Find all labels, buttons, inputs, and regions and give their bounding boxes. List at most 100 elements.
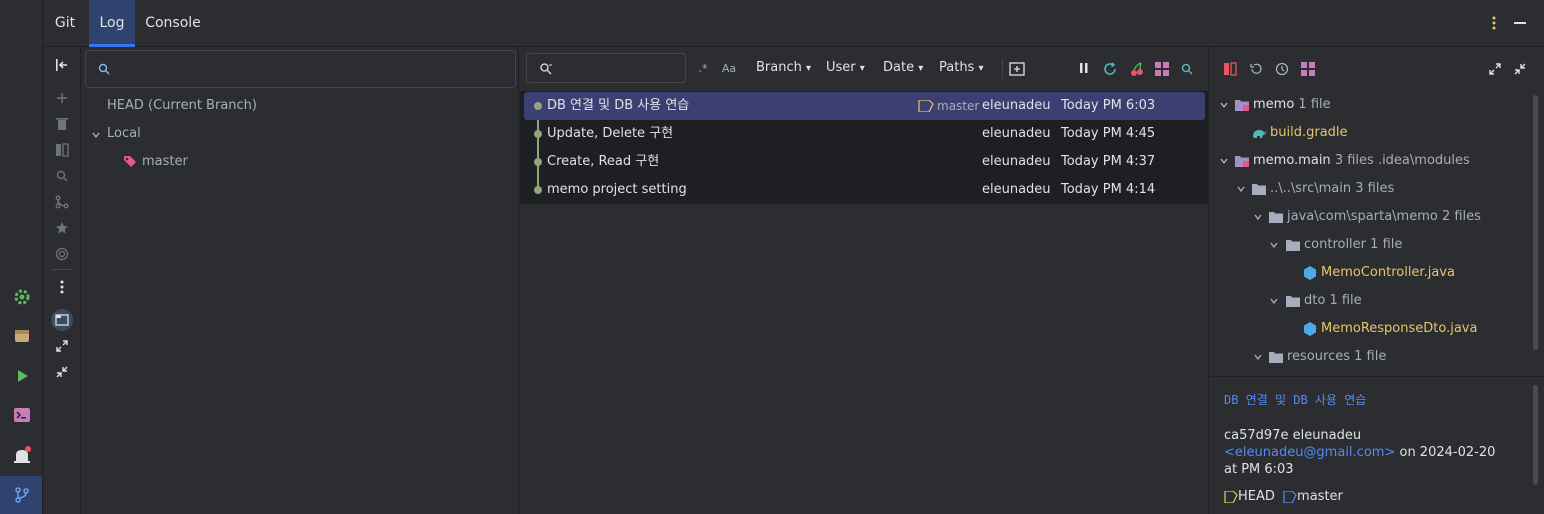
tree-count: 1 file	[1354, 349, 1387, 364]
head-current-branch[interactable]: HEAD (Current Branch)	[107, 93, 257, 119]
minimize-icon[interactable]	[1511, 14, 1529, 32]
layout-grid-icon[interactable]	[1300, 61, 1316, 77]
branch-master[interactable]: master	[142, 149, 188, 175]
commit-row[interactable]: Create, Read 구현 eleunadeu Today PM 4:37	[524, 148, 1205, 176]
tree-item-memo-controller[interactable]: MemoController.java	[1321, 260, 1455, 286]
history-icon[interactable]	[1274, 61, 1290, 77]
commit-row[interactable]: Update, Delete 구현 eleunadeu Today PM 4:4…	[524, 120, 1205, 148]
layout-grid-icon[interactable]	[1154, 61, 1170, 77]
tree-item-memo[interactable]: memo 1 file	[1253, 92, 1331, 118]
more-vertical-icon[interactable]	[51, 276, 73, 298]
tree-item-memo-response-dto[interactable]: MemoResponseDto.java	[1321, 316, 1477, 342]
tree-item-controller[interactable]: controller 1 file	[1304, 232, 1402, 258]
problems-notification-icon[interactable]	[11, 444, 33, 466]
compare-icon[interactable]	[51, 139, 73, 161]
commit-row[interactable]: memo project setting eleunadeu Today PM …	[524, 176, 1205, 204]
commit-search-input[interactable]	[526, 53, 686, 83]
favorite-star-icon[interactable]	[51, 217, 73, 239]
merge-icon[interactable]	[51, 191, 73, 213]
new-tab-icon[interactable]	[1009, 61, 1025, 77]
search-icon[interactable]	[1180, 62, 1194, 76]
module-folder-icon	[1235, 154, 1249, 168]
search-icon	[98, 63, 110, 75]
commit-message: memo project setting	[547, 182, 687, 197]
expand-all-icon[interactable]	[1487, 61, 1503, 77]
branches-toolbar	[43, 47, 81, 514]
group-by-directory-icon[interactable]	[51, 309, 73, 331]
tree-label: resources	[1287, 349, 1351, 364]
commit-row[interactable]: DB 연결 및 DB 사용 연습 master eleunadeu Today …	[524, 92, 1205, 120]
chevron-down-icon[interactable]	[1219, 100, 1229, 110]
commit-author: eleunadeu	[982, 182, 1051, 197]
author-email-link[interactable]: <eleunadeu@gmail.com>	[1224, 445, 1395, 460]
services-icon[interactable]	[11, 325, 33, 347]
tree-count: 2 files	[1441, 209, 1481, 224]
commit-list: DB 연결 및 DB 사용 연습 master eleunadeu Today …	[520, 91, 1209, 204]
paths-filter-dropdown[interactable]: Paths ▾	[939, 60, 984, 75]
chevron-down-icon[interactable]	[1269, 240, 1279, 250]
track-icon[interactable]	[51, 243, 73, 265]
commit-author: eleunadeu	[982, 126, 1051, 141]
commit-refs: HEAD master	[1224, 489, 1343, 504]
commit-title: DB 연결 및 DB 사용 연습	[1224, 393, 1367, 407]
tree-item-build-gradle[interactable]: build.gradle	[1270, 120, 1348, 146]
user-filter-dropdown[interactable]: User ▾	[826, 60, 865, 75]
chevron-down-icon[interactable]	[91, 130, 101, 140]
tab-log[interactable]: Log	[89, 0, 135, 47]
tree-item-memo-main[interactable]: memo.main 3 files .idea\modules	[1253, 148, 1470, 174]
tool-window-strip	[0, 0, 43, 514]
settings-gear-icon[interactable]	[11, 286, 33, 308]
add-branch-icon[interactable]	[51, 87, 73, 109]
tree-label: memo.main	[1253, 153, 1331, 168]
chevron-down-icon[interactable]	[1219, 156, 1229, 166]
match-case-toggle-icon[interactable]: Aa	[720, 61, 738, 75]
tab-console[interactable]: Console	[137, 0, 209, 47]
details-scrollbar[interactable]	[1533, 385, 1538, 485]
tag-icon	[1283, 490, 1297, 503]
refresh-icon[interactable]	[1102, 61, 1118, 77]
tab-git[interactable]: Git	[43, 0, 87, 47]
chevron-down-icon[interactable]	[1236, 184, 1246, 194]
chevron-down-icon[interactable]	[1253, 212, 1263, 222]
expand-all-icon[interactable]	[51, 335, 73, 357]
terminal-icon[interactable]	[11, 404, 33, 426]
tree-path: .idea\modules	[1377, 153, 1470, 168]
search-branch-icon[interactable]	[51, 165, 73, 187]
branch-search-input[interactable]	[85, 50, 516, 88]
folder-icon	[1269, 350, 1283, 364]
pause-icon[interactable]	[1078, 62, 1090, 74]
collapse-panel-icon[interactable]	[51, 54, 73, 76]
tree-count: 1 file	[1370, 237, 1403, 252]
commit-message: DB 연결 및 DB 사용 연습	[547, 98, 690, 113]
commit-date-text: on 2024-02-20	[1399, 445, 1496, 460]
commit-details: DB 연결 및 DB 사용 연습 ca57d97e eleunadeu <ele…	[1210, 376, 1544, 514]
collapse-all-icon[interactable]	[1512, 61, 1528, 77]
commit-node	[534, 130, 542, 138]
commit-time-text: at PM 6:03	[1224, 462, 1294, 477]
show-diff-icon[interactable]	[1222, 61, 1238, 77]
local-branches-group[interactable]: Local	[107, 121, 141, 147]
date-filter-dropdown[interactable]: Date ▾	[883, 60, 923, 75]
changed-files-tree: memo 1 file build.gradle memo.main 3 fil…	[1210, 91, 1544, 376]
chevron-down-icon: ▾	[806, 63, 812, 74]
tree-item-src-main[interactable]: ..\..\src\main 3 files	[1270, 176, 1394, 202]
run-icon[interactable]	[11, 365, 33, 387]
changes-scrollbar[interactable]	[1533, 95, 1538, 350]
tree-item-resources[interactable]: resources 1 file	[1287, 344, 1386, 370]
paths-filter-label: Paths	[939, 60, 975, 75]
tag-icon	[918, 99, 934, 113]
more-options-icon[interactable]	[1485, 14, 1503, 32]
tree-item-java-package[interactable]: java\com\sparta\memo 2 files	[1287, 204, 1481, 230]
collapse-all-icon[interactable]	[51, 361, 73, 383]
tree-item-dto[interactable]: dto 1 file	[1304, 288, 1362, 314]
chevron-down-icon[interactable]	[1253, 352, 1263, 362]
search-icon	[539, 62, 553, 76]
git-branch-icon[interactable]	[11, 484, 33, 506]
revert-icon[interactable]	[1248, 61, 1264, 77]
branch-filter-dropdown[interactable]: Branch ▾	[756, 60, 811, 75]
tree-label: controller	[1304, 237, 1367, 252]
regex-toggle-icon[interactable]: .*	[696, 61, 710, 75]
cherry-pick-icon[interactable]	[1128, 60, 1146, 78]
delete-branch-icon[interactable]	[51, 113, 73, 135]
chevron-down-icon[interactable]	[1269, 296, 1279, 306]
